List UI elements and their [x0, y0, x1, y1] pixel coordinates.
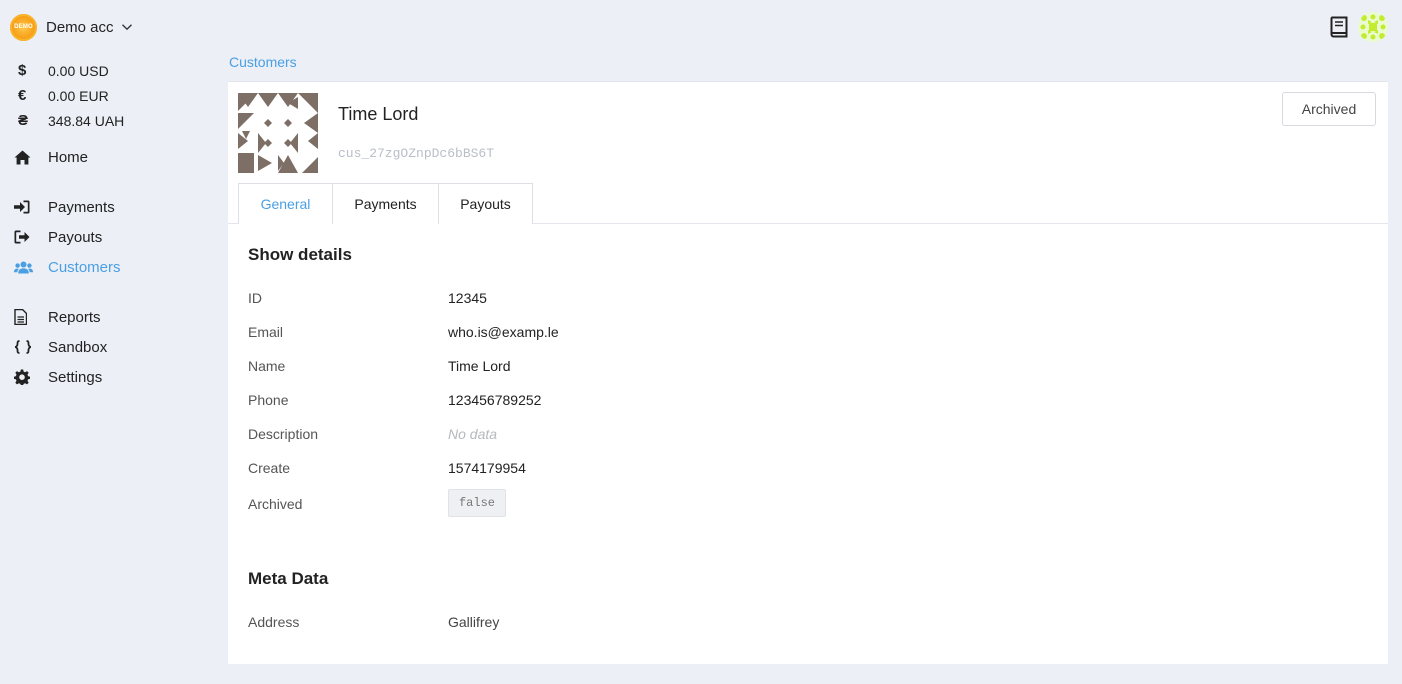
sign-in-icon: [14, 199, 48, 215]
customer-id: cus_27zgOZnpDc6bBS6T: [338, 146, 495, 161]
customer-card: Time Lord cus_27zgOZnpDc6bBS6T Archived …: [228, 81, 1388, 664]
nav-item-label: Sandbox: [48, 338, 108, 356]
gear-icon: [14, 369, 48, 385]
breadcrumb-label: Customers: [229, 54, 297, 70]
nav-item-reports[interactable]: Reports: [14, 302, 107, 332]
archived-button[interactable]: Archived: [1282, 92, 1376, 126]
field-value-archived: false: [448, 489, 506, 517]
field-value-create: 1574179954: [448, 460, 526, 476]
balance-value: 0.00 USD: [48, 62, 109, 79]
nav-item-label: Payouts: [48, 228, 103, 246]
balance-value: 0.00 EUR: [48, 87, 109, 104]
section-title-meta: Meta Data: [248, 569, 329, 588]
field-value-email: who.is@examp.le: [448, 324, 559, 340]
tab-payouts[interactable]: Payouts: [438, 183, 533, 224]
customer-identicon: [238, 93, 318, 173]
nav-item-label: Settings: [48, 368, 103, 386]
field-value-name: Time Lord: [448, 358, 511, 374]
chevron-down-icon: [121, 21, 133, 33]
field-value-address: Gallifrey: [448, 614, 500, 630]
balances: $ 0.00 USD € 0.00 EUR ₴ 348.84 UAH: [16, 58, 124, 133]
field-value-id: 12345: [448, 290, 487, 306]
account-name: Demo acc: [46, 18, 114, 36]
field-label-email: Email: [248, 324, 284, 340]
balance-value: 348.84 UAH: [48, 112, 125, 129]
nav-item-payments[interactable]: Payments: [14, 192, 121, 222]
breadcrumb-customers[interactable]: Customers: [228, 52, 301, 83]
nav-item-label: Customers: [48, 258, 121, 276]
hryvnia-icon: ₴: [18, 112, 29, 129]
account-switcher[interactable]: DEMO Demo acc: [10, 13, 133, 41]
nav-group-main: Home: [14, 142, 88, 172]
field-label-archived: Archived: [248, 496, 303, 512]
balance-usd: $ 0.00 USD: [16, 58, 124, 83]
nav-item-label: Reports: [48, 308, 101, 326]
nav-item-customers[interactable]: Customers: [14, 252, 121, 282]
field-label-address: Address: [248, 614, 300, 630]
home-icon: [14, 149, 48, 165]
user-avatar[interactable]: [1358, 12, 1388, 42]
sign-out-icon: [14, 229, 48, 245]
dollar-icon: $: [18, 62, 27, 79]
users-icon: [14, 259, 48, 275]
section-title-details: Show details: [248, 245, 352, 264]
nav-item-label: Home: [48, 148, 89, 166]
balance-eur: € 0.00 EUR: [16, 83, 124, 108]
nav-group-money: Payments Payouts Customers: [14, 192, 121, 282]
account-logo: DEMO: [10, 13, 37, 41]
field-value-phone: 123456789252: [448, 392, 542, 408]
field-label-phone: Phone: [248, 392, 289, 408]
nav-item-payouts[interactable]: Payouts: [14, 222, 121, 252]
tab-payments[interactable]: Payments: [332, 183, 439, 224]
field-label-name: Name: [248, 358, 286, 374]
book-icon[interactable]: [1329, 16, 1349, 38]
tab-general[interactable]: General: [238, 183, 333, 224]
code-braces-icon: [14, 339, 48, 355]
nav-item-settings[interactable]: Settings: [14, 362, 107, 392]
customer-tabs: General Payments Payouts: [238, 183, 533, 224]
sidebar: DEMO Demo acc $ 0.00 USD € 0.00 EUR ₴ 34…: [0, 0, 228, 684]
file-icon: [14, 309, 48, 325]
nav-group-tools: Reports Sandbox Settings: [14, 302, 107, 392]
field-label-id: ID: [248, 290, 262, 306]
nav-item-label: Payments: [48, 198, 115, 216]
balance-uah: ₴ 348.84 UAH: [16, 108, 124, 133]
active-tab-gap: [239, 223, 331, 224]
field-label-description: Description: [248, 426, 319, 442]
field-value-description: No data: [448, 426, 498, 442]
euro-icon: €: [18, 87, 27, 104]
nav-item-sandbox[interactable]: Sandbox: [14, 332, 107, 362]
nav-item-home[interactable]: Home: [14, 142, 88, 172]
field-label-create: Create: [248, 460, 291, 476]
customer-name: Time Lord: [338, 104, 419, 124]
